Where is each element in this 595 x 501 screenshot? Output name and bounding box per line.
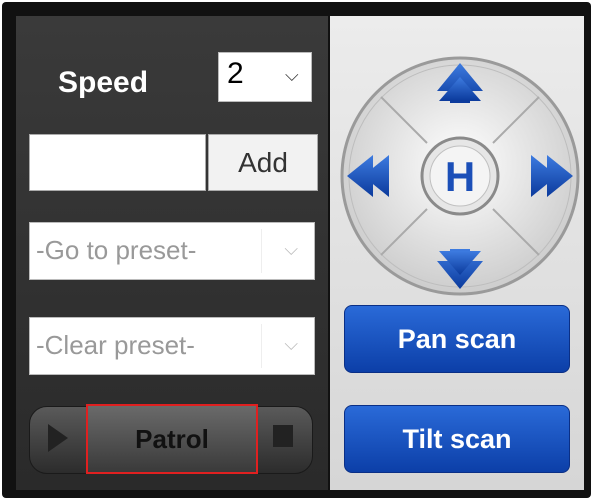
patrol-button[interactable]: Patrol xyxy=(86,404,258,474)
goto-preset-select[interactable]: -Go to preset- ⌵ xyxy=(29,222,315,280)
goto-preset-value: -Go to preset- xyxy=(36,235,197,265)
chevron-down-icon: ⌵ xyxy=(285,65,299,85)
speed-select[interactable]: 2 ⌵ xyxy=(218,52,312,102)
speed-value: 2 xyxy=(227,57,244,90)
speed-label: Speed xyxy=(58,66,149,99)
direction-pad: H xyxy=(340,56,580,296)
dropdown-separator xyxy=(261,229,262,273)
preset-name-input[interactable] xyxy=(29,134,206,191)
play-icon[interactable] xyxy=(48,424,68,452)
pan-scan-button[interactable]: Pan scan xyxy=(344,305,570,373)
tilt-scan-button[interactable]: Tilt scan xyxy=(344,405,570,473)
clear-preset-select[interactable]: -Clear preset- ⌵ xyxy=(29,317,315,375)
clear-preset-value: -Clear preset- xyxy=(36,330,195,360)
home-icon-label: H xyxy=(445,153,475,200)
home-button[interactable]: H xyxy=(420,136,500,216)
dropdown-separator xyxy=(261,324,262,368)
add-preset-button[interactable]: Add xyxy=(208,134,318,191)
stop-icon[interactable] xyxy=(273,425,293,447)
chevron-down-icon: ⌵ xyxy=(284,334,298,354)
chevron-down-icon: ⌵ xyxy=(284,239,298,259)
